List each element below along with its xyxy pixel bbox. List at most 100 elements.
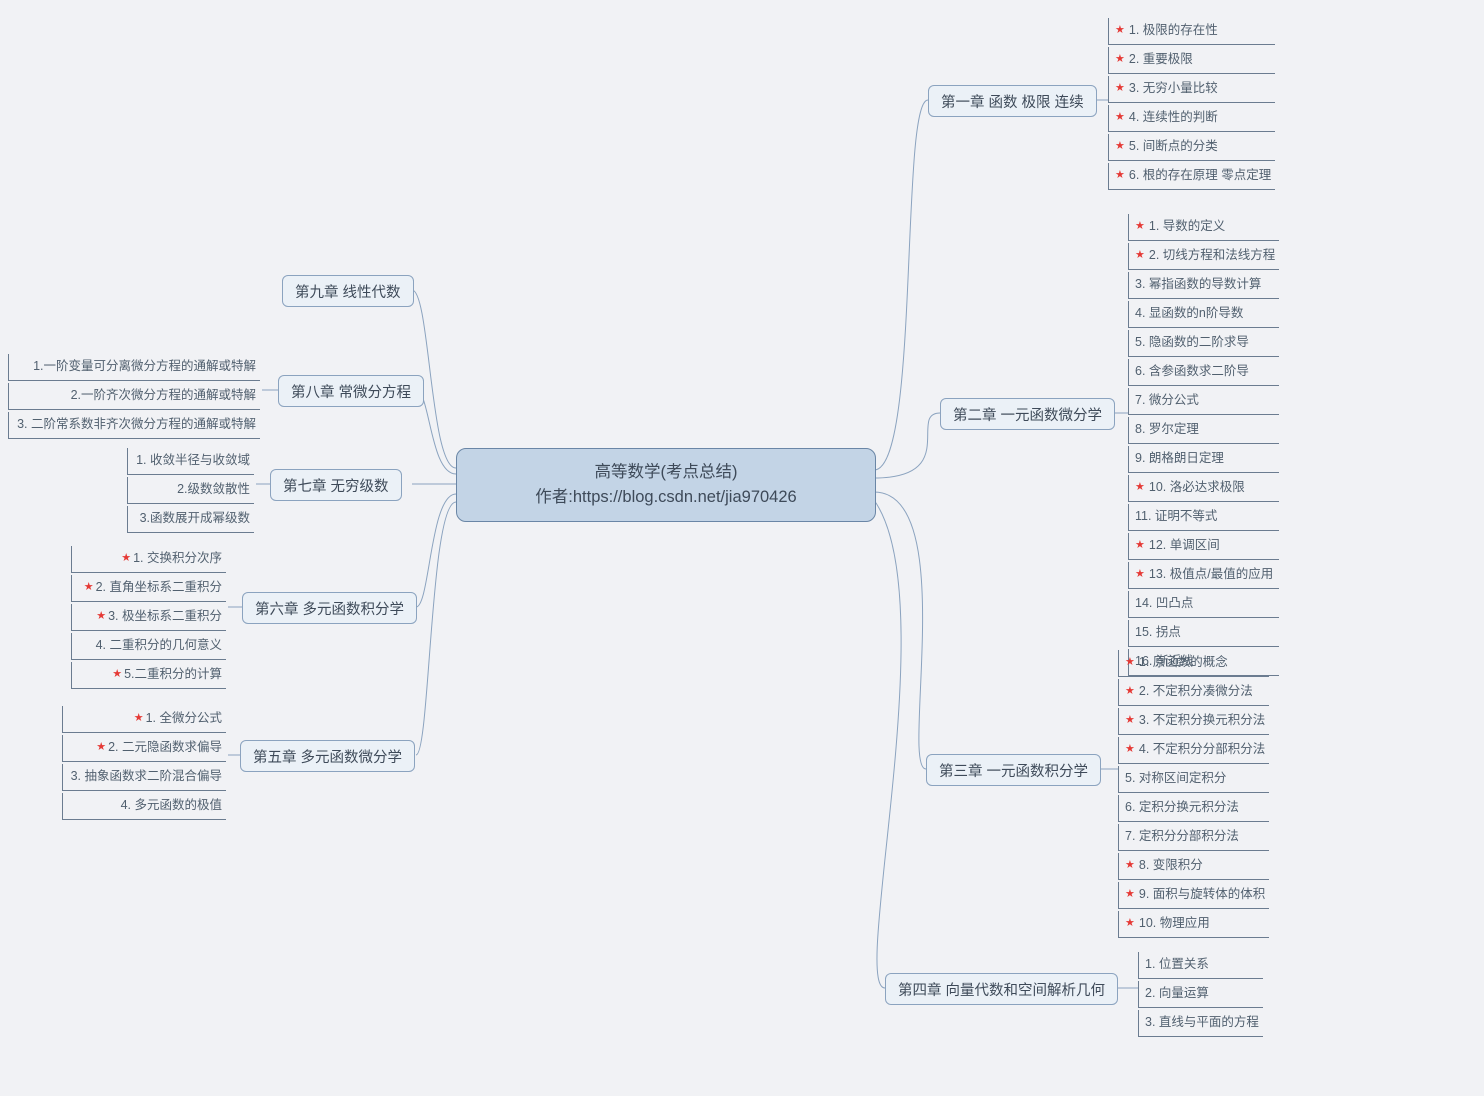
leaf-item[interactable]: ★ 8. 变限积分 (1118, 853, 1269, 880)
leaf-item[interactable]: 11. 证明不等式 (1128, 504, 1279, 531)
leaf-label: 7. 定积分分部积分法 (1125, 830, 1239, 843)
leaf-item[interactable]: 4. 多元函数的极值 (62, 793, 226, 820)
leaf-item[interactable]: 5. 隐函数的二阶求导 (1128, 330, 1279, 357)
leaf-label: 1. 极限的存在性 (1129, 24, 1218, 37)
leaf-label: 4. 多元函数的极值 (121, 799, 222, 812)
leaf-item[interactable]: 3.函数展开成幂级数 (127, 506, 254, 533)
leaf-item[interactable]: ★9. 面积与旋转体的体积 (1118, 882, 1269, 909)
node-ch7[interactable]: 第七章 无穷级数 (270, 469, 402, 501)
leaf-item[interactable]: ★1. 交换积分次序 (71, 546, 226, 573)
leaf-label: 3. 幂指函数的导数计算 (1135, 278, 1261, 291)
star-icon: ★ (84, 582, 94, 593)
leaf-label: 5.二重积分的计算 (124, 668, 222, 681)
leaf-item[interactable]: 2. 向量运算 (1138, 981, 1263, 1008)
leaf-label: 11. 证明不等式 (1135, 510, 1217, 523)
leaf-label: 6. 含参函数求二阶导 (1135, 365, 1249, 378)
leaf-item[interactable]: ★2. 重要极限 (1108, 47, 1275, 74)
leaf-item[interactable]: ★ 3. 无穷小量比较 (1108, 76, 1275, 103)
leaf-item[interactable]: ★2. 不定积分凑微分法 (1118, 679, 1269, 706)
leaf-item[interactable]: ★5. 间断点的分类 (1108, 134, 1275, 161)
star-icon: ★ (1125, 715, 1135, 726)
leaf-label: 2. 向量运算 (1145, 987, 1209, 1000)
node-ch8[interactable]: 第八章 常微分方程 (278, 375, 424, 407)
star-icon: ★ (112, 669, 122, 680)
leaf-item[interactable]: ★10. 洛必达求极限 (1128, 475, 1279, 502)
node-ch3[interactable]: 第三章 一元函数积分学 (926, 754, 1101, 786)
leaf-item[interactable]: ★1. 导数的定义 (1128, 214, 1279, 241)
leaf-label: 3. 无穷小量比较 (1129, 82, 1218, 95)
leaves-ch3: ★ 1. 原函数的概念 ★2. 不定积分凑微分法★3. 不定积分换元积分法★4. 不… (1118, 650, 1269, 938)
node-ch5[interactable]: 第五章 多元函数微分学 (240, 740, 415, 772)
leaf-label: 6. 根的存在原理 零点定理 (1129, 169, 1271, 182)
leaf-item[interactable]: 5. 对称区间定积分 (1118, 766, 1269, 793)
leaf-item[interactable]: 1. 位置关系 (1138, 952, 1263, 979)
leaf-item[interactable]: 15. 拐点 (1128, 620, 1279, 647)
leaf-item[interactable]: ★3. 不定积分换元积分法 (1118, 708, 1269, 735)
leaf-item[interactable]: 3. 抽象函数求二阶混合偏导 (62, 764, 226, 791)
leaf-item[interactable]: ★ 1. 原函数的概念 (1118, 650, 1269, 677)
leaf-item[interactable]: 7. 定积分分部积分法 (1118, 824, 1269, 851)
leaf-label: 3. 极坐标系二重积分 (108, 610, 222, 623)
leaf-label: 3. 二阶常系数非齐次微分方程的通解或特解 (17, 418, 256, 431)
leaf-item[interactable]: ★5.二重积分的计算 (71, 662, 226, 689)
leaf-item[interactable]: 3. 二阶常系数非齐次微分方程的通解或特解 (8, 412, 260, 439)
star-icon: ★ (96, 742, 106, 753)
leaf-item[interactable]: 9. 朗格朗日定理 (1128, 446, 1279, 473)
leaf-label: 4. 二重积分的几何意义 (96, 639, 222, 652)
star-icon: ★ (121, 553, 131, 564)
leaf-item[interactable]: 6. 定积分换元积分法 (1118, 795, 1269, 822)
node-ch6[interactable]: 第六章 多元函数积分学 (242, 592, 417, 624)
leaf-item[interactable]: ★1. 全微分公式 (62, 706, 226, 733)
leaf-item[interactable]: ★2. 二元隐函数求偏导 (62, 735, 226, 762)
leaf-item[interactable]: 4. 二重积分的几何意义 (71, 633, 226, 660)
leaf-label: 1. 交换积分次序 (133, 552, 222, 565)
star-icon: ★ (1115, 83, 1125, 94)
leaf-label: 5. 间断点的分类 (1129, 140, 1218, 153)
node-ch9[interactable]: 第九章 线性代数 (282, 275, 414, 307)
leaf-label: 9. 朗格朗日定理 (1135, 452, 1224, 465)
leaf-item[interactable]: ★ 1. 极限的存在性 (1108, 18, 1275, 45)
leaf-item[interactable]: ★10. 物理应用 (1118, 911, 1269, 938)
node-ch9-label: 第九章 线性代数 (295, 281, 401, 302)
star-icon: ★ (1115, 170, 1125, 181)
leaf-item[interactable]: ★3. 极坐标系二重积分 (71, 604, 226, 631)
leaf-label: 8. 变限积分 (1139, 859, 1203, 872)
leaf-item[interactable]: 3. 直线与平面的方程 (1138, 1010, 1263, 1037)
node-ch1[interactable]: 第一章 函数 极限 连续 (928, 85, 1097, 117)
leaf-item[interactable]: 7. 微分公式 (1128, 388, 1279, 415)
leaf-item[interactable]: ★ 6. 根的存在原理 零点定理 (1108, 163, 1275, 190)
leaf-item[interactable]: 3. 幂指函数的导数计算 (1128, 272, 1279, 299)
leaf-label: 1. 原函数的概念 (1139, 656, 1228, 669)
star-icon: ★ (1135, 540, 1145, 551)
node-ch4-label: 第四章 向量代数和空间解析几何 (898, 979, 1105, 1000)
star-icon: ★ (1135, 250, 1145, 261)
leaf-item[interactable]: 2.一阶齐次微分方程的通解或特解 (8, 383, 260, 410)
leaf-item[interactable]: 6. 含参函数求二阶导 (1128, 359, 1279, 386)
leaf-item[interactable]: ★2. 直角坐标系二重积分 (71, 575, 226, 602)
leaf-item[interactable]: ★12. 单调区间 (1128, 533, 1279, 560)
star-icon: ★ (1125, 860, 1135, 871)
star-icon: ★ (1125, 657, 1135, 668)
leaf-item[interactable]: 2.级数敛散性 (127, 477, 254, 504)
leaves-ch4: 1. 位置关系 2. 向量运算 3. 直线与平面的方程 (1138, 952, 1263, 1037)
leaf-label: 2. 切线方程和法线方程 (1149, 249, 1275, 262)
leaf-label: 3. 直线与平面的方程 (1145, 1016, 1259, 1029)
node-ch2[interactable]: 第二章 一元函数微分学 (940, 398, 1115, 430)
root-node[interactable]: 高等数学(考点总结) 作者:https://blog.csdn.net/jia9… (456, 448, 876, 522)
leaf-item[interactable]: 4. 显函数的n阶导数 (1128, 301, 1279, 328)
leaf-item[interactable]: ★ 4. 连续性的判断 (1108, 105, 1275, 132)
leaf-item[interactable]: 1. 收敛半径与收敛域 (127, 448, 254, 475)
leaf-item[interactable]: ★13. 极值点/最值的应用 (1128, 562, 1279, 589)
leaf-item[interactable]: ★4. 不定积分分部积分法 (1118, 737, 1269, 764)
leaf-item[interactable]: 8. 罗尔定理 (1128, 417, 1279, 444)
node-ch5-label: 第五章 多元函数微分学 (253, 746, 402, 767)
star-icon: ★ (1115, 25, 1125, 36)
leaf-item[interactable]: 1.一阶变量可分离微分方程的通解或特解 (8, 354, 260, 381)
node-ch4[interactable]: 第四章 向量代数和空间解析几何 (885, 973, 1118, 1005)
leaf-item[interactable]: ★ 2. 切线方程和法线方程 (1128, 243, 1279, 270)
leaf-label: 4. 连续性的判断 (1129, 111, 1218, 124)
star-icon: ★ (1115, 112, 1125, 123)
leaf-item[interactable]: 14. 凹凸点 (1128, 591, 1279, 618)
root-title-line2: 作者:https://blog.csdn.net/jia970426 (535, 485, 796, 510)
star-icon: ★ (1135, 221, 1145, 232)
